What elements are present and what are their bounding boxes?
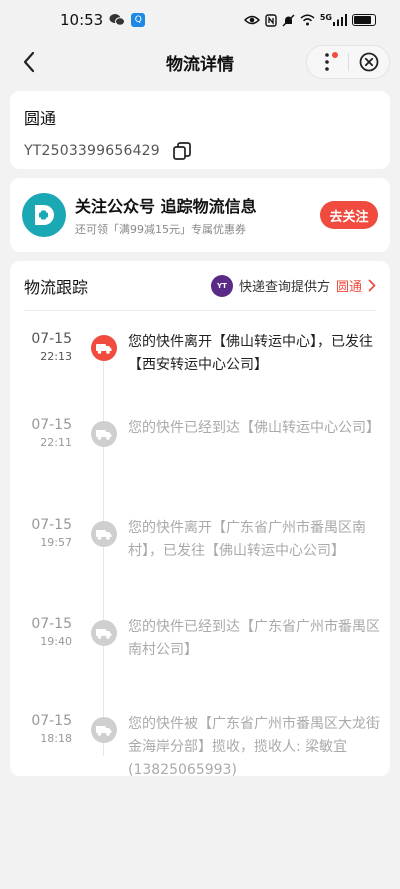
eye-icon: [243, 15, 260, 25]
back-button[interactable]: [16, 48, 42, 76]
truck-icon: [91, 421, 117, 447]
wechat-icon: [109, 14, 126, 26]
event-time: 22:11: [40, 436, 72, 449]
event-date: 07-15 19:57: [24, 517, 72, 549]
d-logo-icon: [35, 205, 54, 225]
event-time: 22:13: [40, 350, 72, 363]
miniapp-capsule: [306, 45, 390, 79]
follow-account-card: 关注公众号 追踪物流信息 还可领「满99减15元」专属优惠券 去关注: [10, 178, 390, 252]
nav-bar: 物流详情: [0, 40, 400, 84]
carrier-name: 圆通: [24, 109, 57, 128]
follow-text: 关注公众号 追踪物流信息 还可领「满99减15元」专属优惠券: [75, 193, 320, 237]
event-time: 19:40: [40, 635, 72, 648]
nfc-icon: [265, 13, 277, 27]
battery-icon: [352, 14, 376, 26]
truck-icon: [91, 335, 117, 361]
event-date: 07-15 22:11: [24, 417, 72, 449]
official-account-logo: [22, 193, 66, 237]
network-label: 5G: [319, 12, 332, 22]
event-description: 您的快件被【广东省广州市番禺区大龙街金海岸分部】揽收，揽收人: 梁敏宜 (138…: [128, 716, 380, 778]
truck-icon: [91, 717, 117, 743]
truck-icon: [91, 620, 117, 646]
status-time: 10:53: [60, 11, 104, 29]
event-time: 18:18: [40, 732, 72, 745]
more-dots-icon: [325, 53, 330, 71]
tracking-card: 物流跟踪 YT 快递查询提供方 圆通 07-15 22:13 您的快件离开【佛山转运…: [10, 261, 390, 778]
qq-browser-icon: Q: [131, 13, 146, 27]
event-day: 07-15: [31, 417, 72, 433]
status-bar-left: 10:53 Q: [60, 11, 146, 29]
close-circle-icon: [359, 52, 379, 72]
event-day: 07-15: [31, 517, 72, 533]
page-title: 物流详情: [166, 54, 234, 75]
tracking-title: 物流跟踪: [24, 277, 89, 297]
wifi-icon: [300, 14, 315, 26]
battery-level: [354, 16, 371, 24]
event-time: 19:57: [40, 536, 72, 549]
provider-logo: YT: [210, 274, 233, 297]
event-day: 07-15: [31, 331, 72, 347]
follow-title: 关注公众号 追踪物流信息: [75, 197, 257, 216]
event-description: 您的快件已经到达【广东省广州市番禺区南村公司】: [128, 619, 380, 658]
event-date: 07-15 18:18: [24, 713, 72, 745]
event-day: 07-15: [31, 713, 72, 729]
notification-dot: [331, 52, 338, 58]
back-arrow-icon: [23, 51, 35, 73]
truck-icon: [91, 521, 117, 547]
provider-link[interactable]: YT 快递查询提供方 圆通: [210, 274, 376, 297]
close-miniapp-button[interactable]: [349, 46, 390, 78]
tracking-header: 物流跟踪 YT 快递查询提供方 圆通: [24, 261, 376, 311]
event-day: 07-15: [31, 616, 72, 632]
provider-name: 圆通: [335, 280, 362, 295]
mute-icon: [282, 14, 295, 26]
follow-button[interactable]: 去关注: [320, 201, 378, 229]
carrier-card: 圆通 YT2503399656429: [10, 91, 390, 169]
copy-icon[interactable]: [172, 141, 192, 161]
tracking-number: YT2503399656429: [24, 143, 160, 159]
follow-subtitle: 还可领「满99减15元」专属优惠券: [75, 223, 246, 236]
tracking-number-row: YT2503399656429: [24, 141, 376, 161]
event-description: 您的快件离开【广东省广州市番禺区南村】，已发往【佛山转运中心公司】: [128, 520, 366, 559]
more-button[interactable]: [307, 46, 348, 78]
provider-label: 快递查询提供方: [238, 280, 330, 295]
event-description: 您的快件已经到达【佛山转运中心公司】: [128, 420, 380, 436]
status-bar-right: 5G: [243, 12, 376, 27]
event-description: 您的快件离开【佛山转运中心】，已发往【西安转运中心公司】: [128, 334, 373, 373]
event-date: 07-15 19:40: [24, 616, 72, 648]
signal-icon: [333, 14, 347, 26]
status-bar: 10:53 Q 5G: [0, 0, 400, 40]
timeline-line: [103, 351, 104, 756]
chevron-right-icon: [368, 279, 376, 292]
event-date: 07-15 22:13: [24, 331, 72, 363]
